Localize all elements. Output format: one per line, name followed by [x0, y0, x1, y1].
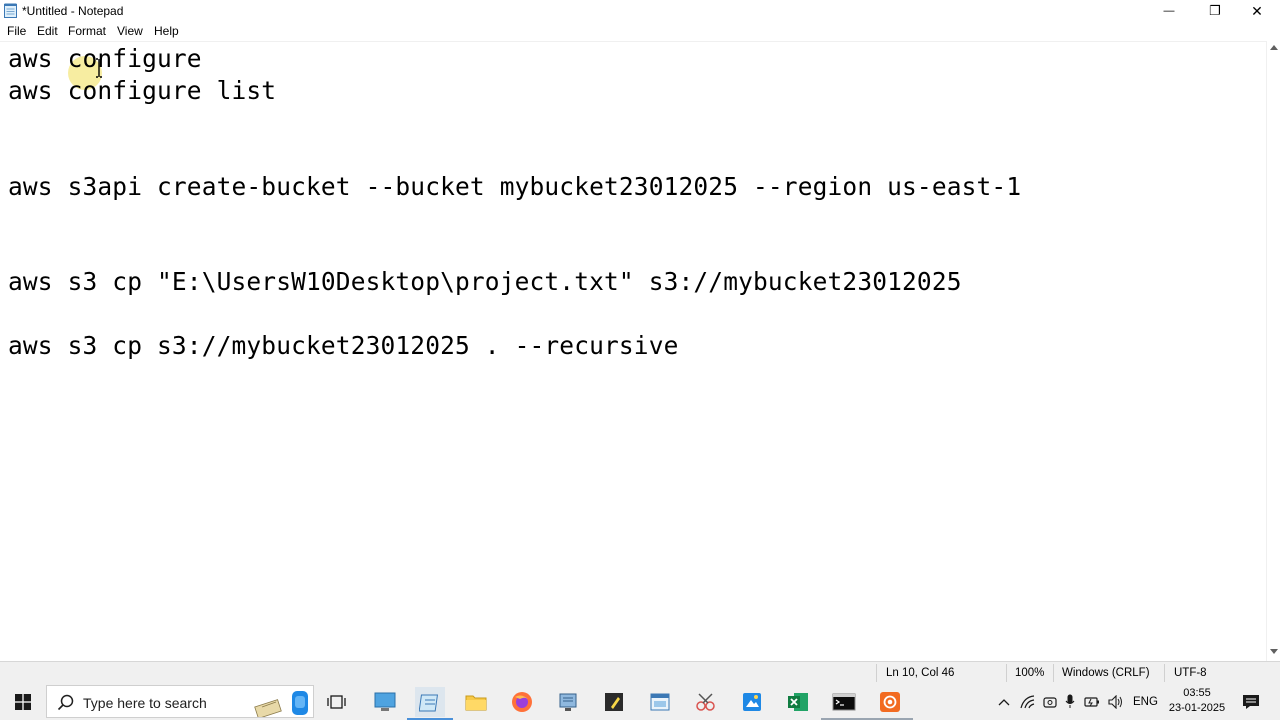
menu-file[interactable]: File — [7, 24, 26, 38]
remote-desktop-icon — [374, 692, 396, 711]
start-button[interactable] — [0, 683, 46, 720]
network-icon[interactable] — [1020, 694, 1035, 709]
search-icon — [57, 694, 74, 711]
status-divider — [1164, 664, 1165, 682]
menu-help[interactable]: Help — [154, 24, 179, 38]
text-cursor-icon — [96, 58, 102, 78]
clock-date: 23-01-2025 — [1168, 702, 1226, 714]
restore-button[interactable]: ❐ — [1192, 0, 1238, 22]
taskbar-search-box[interactable]: Type here to search — [46, 685, 314, 718]
restore-icon: ❐ — [1209, 3, 1221, 18]
task-view-icon — [327, 695, 346, 709]
window-app-icon — [650, 693, 670, 711]
notification-icon — [1243, 695, 1259, 709]
taskbar-app-recorder[interactable] — [875, 687, 905, 717]
scissors-icon — [696, 693, 715, 711]
taskbar-app-firefox[interactable] — [507, 687, 537, 717]
search-placeholder: Type here to search — [83, 695, 207, 711]
taskbar-app-remote-desktop[interactable] — [370, 687, 400, 717]
status-bar: Ln 10, Col 46 100% Windows (CRLF) UTF-8 — [0, 661, 1280, 684]
terminal-icon — [832, 693, 856, 711]
microphone-icon[interactable] — [1065, 694, 1075, 709]
clock-time: 03:55 — [1183, 687, 1211, 699]
status-divider — [876, 664, 877, 682]
status-divider — [1053, 664, 1054, 682]
encoding: UTF-8 — [1174, 667, 1207, 679]
taskbar-app-settings-tool[interactable] — [553, 687, 583, 717]
system-tray: ENG — [998, 683, 1158, 720]
window-title: *Untitled - Notepad — [22, 4, 124, 18]
battery-icon[interactable] — [1084, 696, 1100, 708]
editor-line-1: aws configure — [8, 44, 202, 73]
scroll-down-icon[interactable] — [1270, 649, 1278, 654]
menu-edit[interactable]: Edit — [37, 24, 58, 38]
close-icon: ✕ — [1251, 2, 1263, 19]
status-divider — [1006, 664, 1007, 682]
task-view-button[interactable] — [322, 687, 352, 717]
taskbar-app-sticky-notes[interactable] — [599, 687, 629, 717]
cursor-position: Ln 10, Col 46 — [886, 667, 955, 679]
taskbar-app-file-explorer[interactable] — [461, 687, 491, 717]
text-editor-area[interactable]: aws configure aws configure list aws s3a… — [0, 41, 1266, 662]
taskbar-app-paint[interactable] — [737, 687, 767, 717]
excel-icon — [788, 693, 808, 711]
taskbar-app-excel[interactable] — [783, 687, 813, 717]
minimize-icon: — — [1163, 5, 1175, 17]
editor-line-4: aws s3 cp "E:\UsersW10Desktop\project.tx… — [8, 267, 962, 296]
editor-line-5: aws s3 cp s3://mybucket23012025 . --recu… — [8, 331, 679, 360]
editor-line-3: aws s3api create-bucket --bucket mybucke… — [8, 172, 1022, 201]
editor-line-2: aws configure list — [8, 76, 277, 105]
sticky-notes-icon — [605, 693, 623, 711]
chevron-up-icon[interactable] — [998, 697, 1010, 707]
firefox-icon — [512, 692, 532, 712]
taskbar-clock[interactable]: 03:55 23-01-2025 — [1168, 686, 1226, 716]
title-bar: *Untitled - Notepad — ❐ ✕ — [0, 0, 1280, 22]
scroll-up-icon[interactable] — [1270, 45, 1278, 50]
close-button[interactable]: ✕ — [1234, 0, 1280, 22]
paint-icon — [743, 693, 761, 711]
system-tool-icon — [559, 693, 577, 711]
vertical-scrollbar[interactable] — [1266, 41, 1280, 661]
taskbar-app-window-tool[interactable] — [645, 687, 675, 717]
webcam-icon[interactable] — [1043, 695, 1057, 709]
search-highlight-illustration-icon — [254, 691, 308, 717]
notepad-icon — [419, 694, 439, 712]
language-indicator[interactable]: ENG — [1133, 696, 1158, 708]
line-ending: Windows (CRLF) — [1062, 667, 1150, 679]
taskbar-app-snipping-tool[interactable] — [691, 687, 721, 717]
windows-logo-icon — [15, 693, 31, 710]
folder-icon — [465, 695, 487, 711]
notification-center-button[interactable] — [1236, 687, 1266, 717]
taskbar: Type here to search ENG 03:55 23-01-2025 — [0, 683, 1280, 720]
volume-icon[interactable] — [1108, 694, 1124, 709]
minimize-button[interactable]: — — [1146, 0, 1192, 22]
menu-bar: File Edit Format View Help — [0, 22, 1280, 41]
screen-recorder-icon — [880, 692, 900, 712]
taskbar-app-command-prompt[interactable] — [829, 687, 859, 717]
zoom-level: 100% — [1015, 667, 1045, 679]
menu-format[interactable]: Format — [68, 24, 106, 38]
taskbar-app-notepad[interactable] — [415, 687, 445, 717]
menu-view[interactable]: View — [117, 24, 143, 38]
notepad-icon — [4, 3, 17, 18]
